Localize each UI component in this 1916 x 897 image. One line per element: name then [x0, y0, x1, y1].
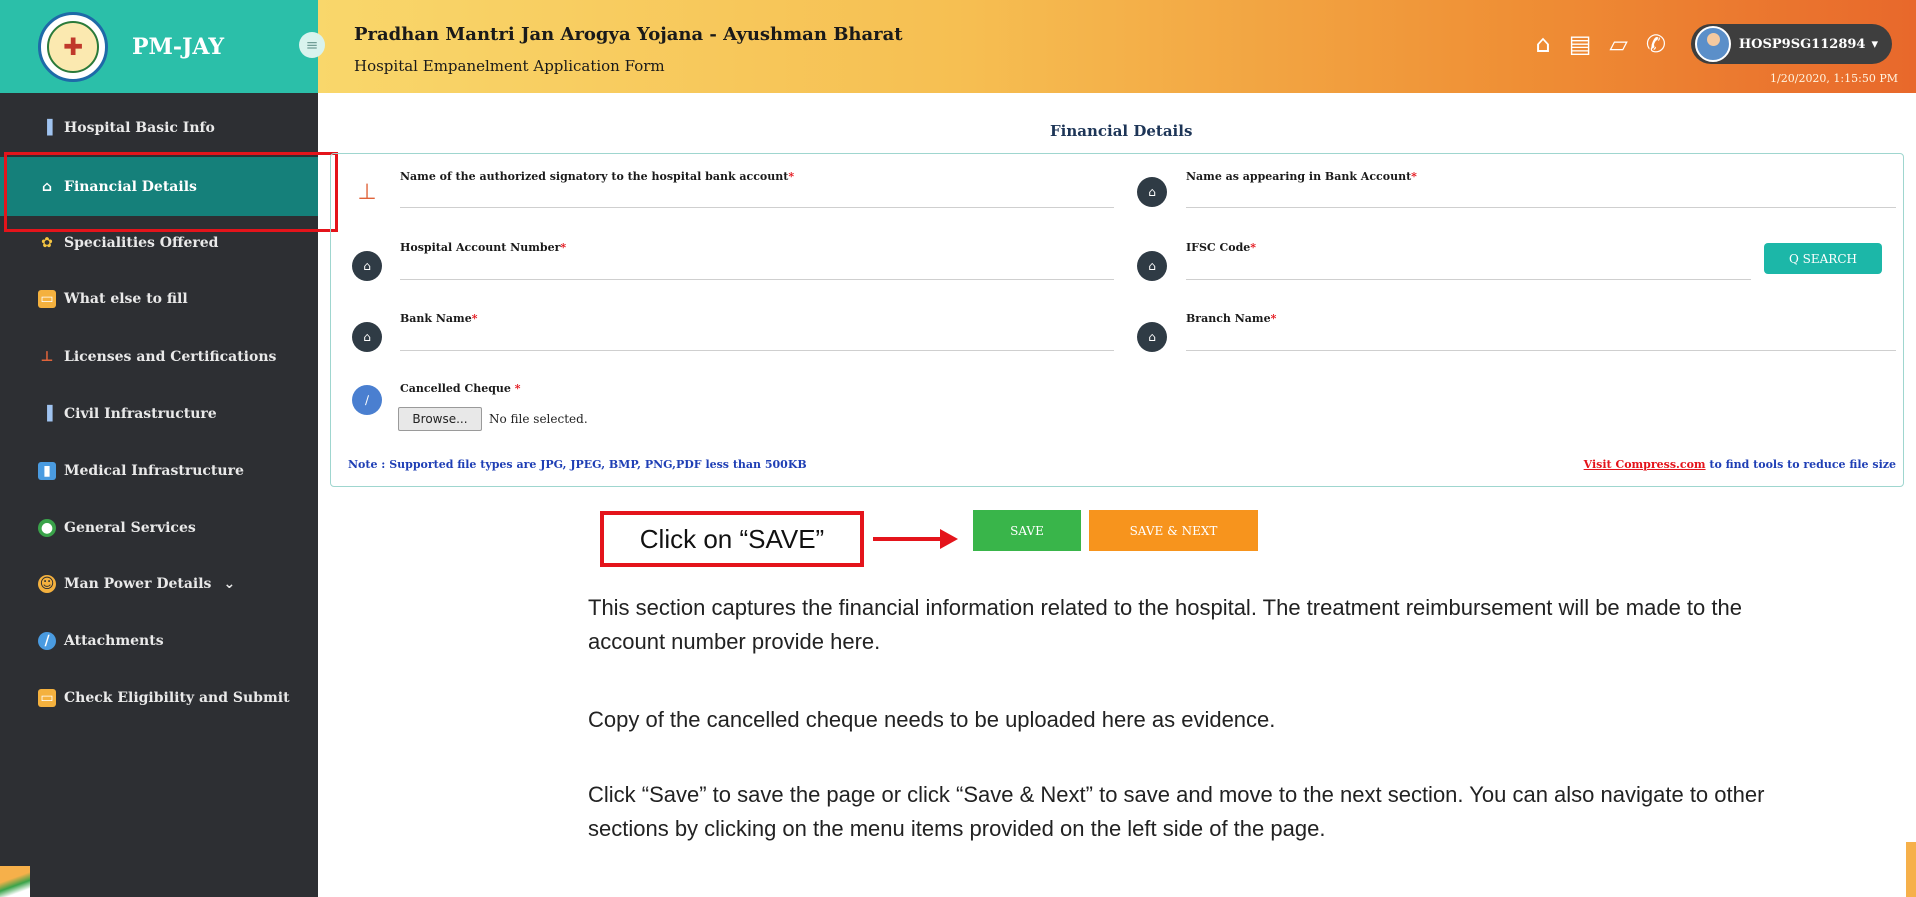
user-menu[interactable]: HOSP9SG112894 ▾ — [1690, 24, 1892, 64]
account-number-input[interactable] — [400, 262, 1114, 280]
header: ✚ PM-JAY ≡ Pradhan Mantri Jan Arogya Yoj… — [0, 0, 1916, 93]
ifsc-input[interactable] — [1186, 262, 1751, 280]
stamp-icon: ⊥ — [40, 349, 54, 365]
compress-link[interactable]: Visit Compress.com — [1584, 458, 1706, 471]
sidebar-item-label: Check Eligibility and Submit — [64, 690, 290, 706]
name-in-bank-label: Name as appearing in Bank Account* — [1186, 170, 1417, 183]
browse-button[interactable]: Browse... — [398, 407, 482, 431]
home-icon[interactable]: ⌂ — [1536, 30, 1551, 58]
account-number-label: Hospital Account Number* — [400, 241, 567, 254]
brand-area: ✚ PM-JAY — [0, 0, 318, 93]
phone-icon[interactable]: ✆ — [1646, 30, 1666, 58]
sidebar-item-attachments[interactable]: ∕ Attachments — [0, 613, 318, 669]
ifsc-label: IFSC Code* — [1186, 241, 1257, 254]
attachment-icon: ∕ — [352, 385, 382, 415]
avatar — [1694, 26, 1731, 62]
topbar: Pradhan Mantri Jan Arogya Yojana - Ayush… — [318, 0, 1916, 93]
no-file-text: No file selected. — [489, 412, 588, 426]
sidebar-item-label: Man Power Details — [64, 576, 212, 592]
pmjay-logo: ✚ — [38, 11, 108, 82]
save-callout: Click on “SAVE” — [600, 511, 864, 567]
sidebar-item-general-services[interactable]: ● General Services — [0, 500, 318, 556]
sidebar-item-label: Medical Infrastructure — [64, 463, 244, 479]
branch-name-label: Branch Name* — [1186, 312, 1277, 325]
stamp-icon: ⊥ — [357, 179, 377, 205]
sidebar-item-hospital-basic-info[interactable]: ▐ Hospital Basic Info — [0, 100, 318, 156]
save-next-button[interactable]: SAVE & NEXT — [1089, 510, 1258, 551]
services-icon: ● — [38, 519, 56, 537]
hospital-icon: ▐ — [41, 120, 53, 136]
file-type-note: Note : Supported file types are JPG, JPE… — [348, 458, 807, 471]
description-paragraph-1: This section captures the financial info… — [588, 595, 1742, 654]
sidebar-item-civil-infrastructure[interactable]: ▐ Civil Infrastructure — [0, 386, 318, 442]
sidebar-item-man-power-details[interactable]: ☺ Man Power Details ⌄ — [0, 556, 318, 612]
app-title: Pradhan Mantri Jan Arogya Yojana - Ayush… — [354, 24, 903, 45]
corner-decoration — [1906, 842, 1916, 897]
callout-arrow — [873, 537, 943, 541]
sidebar-item-label: Specialities Offered — [64, 235, 219, 251]
bank-name-input[interactable] — [400, 333, 1114, 351]
app-subtitle: Hospital Empanelment Application Form — [354, 57, 665, 75]
brand-name: PM-JAY — [132, 33, 225, 60]
form-icon: ▭ — [38, 290, 56, 308]
username: HOSP9SG112894 — [1738, 36, 1866, 52]
sidebar-item-label: Licenses and Certifications — [64, 349, 277, 365]
save-button[interactable]: SAVE — [973, 510, 1081, 551]
compress-note: Visit Compress.com to find tools to redu… — [1583, 458, 1896, 471]
sidebar-item-licenses[interactable]: ⊥ Licenses and Certifications — [0, 329, 318, 385]
description-paragraph-3: Click “Save” to save the page or click “… — [588, 782, 1765, 841]
section-title: Financial Details — [1050, 122, 1193, 140]
bank-icon: ⌂ — [352, 251, 382, 281]
sidebar-item-label: Attachments — [64, 633, 164, 649]
corner-decoration — [0, 866, 30, 897]
bank-icon: ⌂ — [1137, 322, 1167, 352]
name-in-bank-input[interactable] — [1186, 190, 1896, 208]
sidebar-item-check-eligibility[interactable]: ▭ Check Eligibility and Submit — [0, 670, 318, 726]
signatory-label: Name of the authorized signatory to the … — [400, 170, 795, 183]
top-icons: ⌂ ▤ ▱ ✆ — [1536, 30, 1667, 58]
bank-icon: ⌂ — [1137, 177, 1167, 207]
medical-icon: ▮ — [38, 462, 56, 480]
sidebar-item-label: General Services — [64, 520, 196, 536]
book-icon[interactable]: ▱ — [1609, 30, 1627, 58]
bank-name-label: Bank Name* — [400, 312, 478, 325]
sidebar-item-label: Civil Infrastructure — [64, 406, 217, 422]
sidebar-item-what-else-to-fill[interactable]: ▭ What else to fill — [0, 271, 318, 327]
sidebar-item-label: Hospital Basic Info — [64, 120, 215, 136]
description-paragraph-2: Copy of the cancelled cheque needs to be… — [588, 707, 1276, 732]
chevron-down-icon: ⌄ — [223, 576, 236, 592]
financial-details-highlight — [4, 152, 338, 232]
branch-name-input[interactable] — [1186, 333, 1896, 351]
attachment-icon: ∕ — [38, 632, 56, 650]
menu-toggle-icon[interactable]: ≡ — [299, 32, 325, 58]
bank-icon: ⌂ — [352, 322, 382, 352]
chevron-down-icon: ▾ — [1871, 36, 1878, 52]
document-icon[interactable]: ▤ — [1569, 30, 1592, 58]
signatory-input[interactable] — [400, 190, 1114, 208]
cheque-label: Cancelled Cheque * — [400, 382, 521, 395]
bank-icon: ⌂ — [1137, 251, 1167, 281]
timestamp: 1/20/2020, 1:15:50 PM — [1770, 72, 1898, 85]
building-icon: ▐ — [41, 406, 53, 422]
sidebar-item-medical-infrastructure[interactable]: ▮ Medical Infrastructure — [0, 443, 318, 499]
sidebar-item-label: What else to fill — [64, 291, 188, 307]
people-icon: ☺ — [38, 575, 56, 593]
specialities-icon: ✿ — [41, 235, 53, 251]
search-button[interactable]: Q SEARCH — [1764, 243, 1882, 274]
callout-arrow-head — [940, 529, 958, 549]
checklist-icon: ▭ — [38, 689, 56, 707]
